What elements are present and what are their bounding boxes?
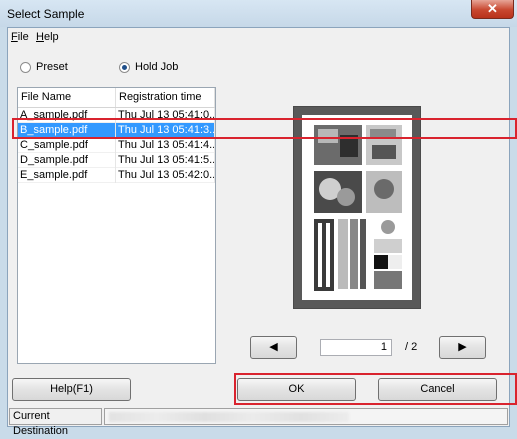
file-list-header: File Name Registration time [18, 88, 215, 108]
page-total-label: / 2 [405, 341, 418, 353]
registration-time-cell: Thu Jul 13 05:42:0... [118, 168, 215, 183]
current-destination-label: Current Destination [9, 408, 102, 437]
radio-preset-circle[interactable] [20, 61, 31, 73]
menu-help-label: elp [43, 31, 59, 43]
highlight-action-buttons [234, 373, 517, 405]
radio-preset-label: Preset [36, 61, 68, 73]
title-bar[interactable]: Select Sample ✕ [0, 0, 517, 27]
redacted-destination [109, 412, 349, 422]
table-row[interactable]: D_sample.pdf Thu Jul 13 05:41:5... [18, 153, 215, 168]
file-name-cell: C_sample.pdf [18, 138, 116, 153]
window-title: Select Sample [7, 7, 85, 21]
highlight-selected-row [12, 118, 517, 139]
triangle-right-icon: ▶ [458, 341, 467, 353]
dialog-body: File Help Preset Hold Job File Name Regi… [7, 27, 510, 437]
menu-bar: File Help [8, 28, 509, 47]
current-destination-value [104, 408, 508, 425]
sample-page-image [302, 115, 412, 300]
menu-help[interactable]: Help [36, 31, 59, 43]
preview-page-thumbnail [302, 115, 412, 300]
status-bar: Current Destination [8, 407, 509, 437]
help-button[interactable]: Help(F1) [12, 378, 131, 401]
file-name-cell: E_sample.pdf [18, 168, 116, 183]
table-row[interactable]: C_sample.pdf Thu Jul 13 05:41:4... [18, 138, 215, 153]
close-button[interactable]: ✕ [471, 0, 514, 19]
next-page-button[interactable]: ▶ [439, 336, 486, 359]
menu-help-accel: H [36, 31, 44, 43]
radio-hold-job-label: Hold Job [135, 61, 179, 73]
select-sample-window: Select Sample ✕ File Help Preset Hold Jo… [0, 0, 517, 437]
column-header-file-name[interactable]: File Name [18, 88, 116, 107]
previous-page-button[interactable]: ◀ [250, 336, 297, 359]
radio-hold-job-circle[interactable] [119, 61, 130, 73]
radio-preset[interactable]: Preset [20, 61, 68, 73]
menu-file-label: ile [17, 31, 29, 43]
close-icon: ✕ [487, 1, 498, 16]
radio-hold-job[interactable]: Hold Job [119, 61, 178, 73]
menu-file-accel: F [11, 31, 18, 43]
triangle-left-icon: ◀ [269, 341, 278, 353]
registration-time-cell: Thu Jul 13 05:41:4... [118, 138, 215, 153]
menu-file[interactable]: File [11, 31, 29, 43]
file-name-cell: D_sample.pdf [18, 153, 116, 168]
page-number-input[interactable]: 1 [320, 339, 392, 356]
registration-time-cell: Thu Jul 13 05:41:5... [118, 153, 215, 168]
table-row[interactable]: E_sample.pdf Thu Jul 13 05:42:0... [18, 168, 215, 183]
column-header-registration-time[interactable]: Registration time [116, 88, 215, 107]
